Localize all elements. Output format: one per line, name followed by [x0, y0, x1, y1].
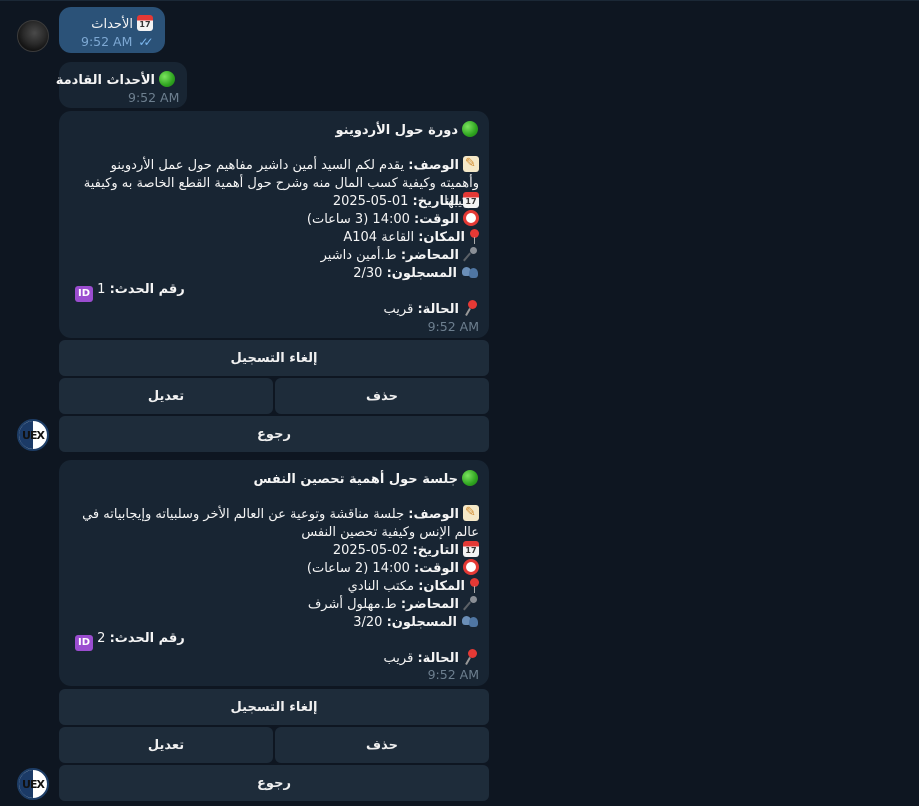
green-circle-icon — [159, 71, 175, 87]
delete-button[interactable]: حذف — [275, 727, 489, 763]
event-id: 1 — [97, 282, 106, 297]
edit-button[interactable]: تعديل — [59, 727, 273, 763]
outgoing-message[interactable]: الأحداث 9:52 AM ✓✓ — [59, 7, 165, 53]
id-label: رقم الحدث: — [109, 631, 185, 646]
message-time: 9:52 AM — [427, 667, 479, 682]
pushpin-icon — [463, 300, 479, 316]
upcoming-events-message[interactable]: الأحداث القادمة 9:52 AM — [55, 62, 187, 108]
event-place: مكتب النادي — [347, 579, 415, 594]
delete-button[interactable]: حذف — [275, 378, 489, 414]
cancel-registration-button[interactable]: إلغاء التسجيل — [59, 689, 489, 725]
back-button[interactable]: رجوع — [59, 416, 489, 452]
cancel-registration-button[interactable]: إلغاء التسجيل — [59, 340, 489, 376]
back-button[interactable]: رجوع — [59, 765, 489, 801]
id-icon: ID — [75, 286, 93, 302]
double-check-icon: ✓✓ — [138, 35, 153, 49]
event-id: 2 — [97, 631, 106, 646]
message-time: 9:52 AM — [128, 90, 180, 105]
people-icon — [461, 613, 479, 629]
message-time: 9:52 AM — [81, 34, 133, 49]
round-pin-icon — [469, 228, 479, 244]
speaker-label: المحاضر: — [400, 248, 459, 263]
bot-avatar-text: UEX — [22, 778, 45, 791]
top-divider — [0, 0, 919, 1]
description-label: الوصف: — [408, 158, 459, 173]
event-registered: 2/30 — [353, 266, 383, 281]
memo-icon — [463, 504, 479, 522]
event-speaker: ط.مهلول أشرف — [307, 597, 397, 612]
event-status: قريب — [383, 302, 414, 317]
message-time: 9:52 AM — [427, 319, 479, 334]
edit-button[interactable]: تعديل — [59, 378, 273, 414]
place-label: المكان: — [418, 579, 465, 594]
memo-icon — [463, 155, 479, 173]
place-label: المكان: — [418, 230, 465, 245]
description-label: الوصف: — [408, 507, 459, 522]
user-avatar[interactable] — [17, 20, 49, 52]
date-label: التاريخ: — [412, 543, 459, 558]
event-place: القاعة A104 — [343, 230, 415, 245]
event-title: دورة حول الأردوينو — [335, 123, 458, 138]
event-date: 2025-05-02 — [332, 543, 409, 558]
event-card-2[interactable]: جلسة حول أهمية تحصين النفس الوصف: جلسة م… — [59, 460, 489, 686]
outgoing-text: الأحداث — [91, 17, 133, 32]
alarm-clock-icon — [463, 210, 479, 226]
event-registered: 3/20 — [353, 615, 383, 630]
calendar-icon — [137, 15, 153, 31]
alarm-clock-icon — [463, 559, 479, 575]
event-title: جلسة حول أهمية تحصين النفس — [253, 472, 458, 487]
event-time: 14:00 (2 ساعات) — [306, 561, 410, 576]
green-circle-icon — [462, 470, 478, 486]
event-speaker: ط.أمين داشير — [320, 248, 397, 263]
bot-avatar[interactable]: UEX — [17, 768, 49, 800]
microphone-icon — [463, 595, 479, 611]
id-label: رقم الحدث: — [109, 282, 185, 297]
round-pin-icon — [469, 577, 479, 593]
bot-avatar[interactable]: UEX — [17, 419, 49, 451]
registered-label: المسجلون: — [386, 266, 457, 281]
registered-label: المسجلون: — [386, 615, 457, 630]
time-label: الوقت: — [414, 561, 459, 576]
people-icon — [461, 264, 479, 280]
event-date: 2025-05-01 — [332, 194, 409, 209]
event-time: 14:00 (3 ساعات) — [306, 212, 410, 227]
bot-avatar-text: UEX — [22, 429, 45, 442]
time-label: الوقت: — [414, 212, 459, 227]
date-label: التاريخ: — [412, 194, 459, 209]
header-text: الأحداث القادمة — [55, 73, 155, 88]
speaker-label: المحاضر: — [400, 597, 459, 612]
id-icon: ID — [75, 635, 93, 651]
event-status: قريب — [383, 651, 414, 666]
event-card-1[interactable]: دورة حول الأردوينو الوصف: يقدم لكم السيد… — [59, 111, 489, 338]
calendar-icon — [463, 192, 479, 208]
status-label: الحالة: — [417, 651, 459, 666]
microphone-icon — [463, 246, 479, 262]
pushpin-icon — [463, 649, 479, 665]
calendar-icon — [463, 541, 479, 557]
status-label: الحالة: — [417, 302, 459, 317]
green-circle-icon — [462, 121, 478, 137]
